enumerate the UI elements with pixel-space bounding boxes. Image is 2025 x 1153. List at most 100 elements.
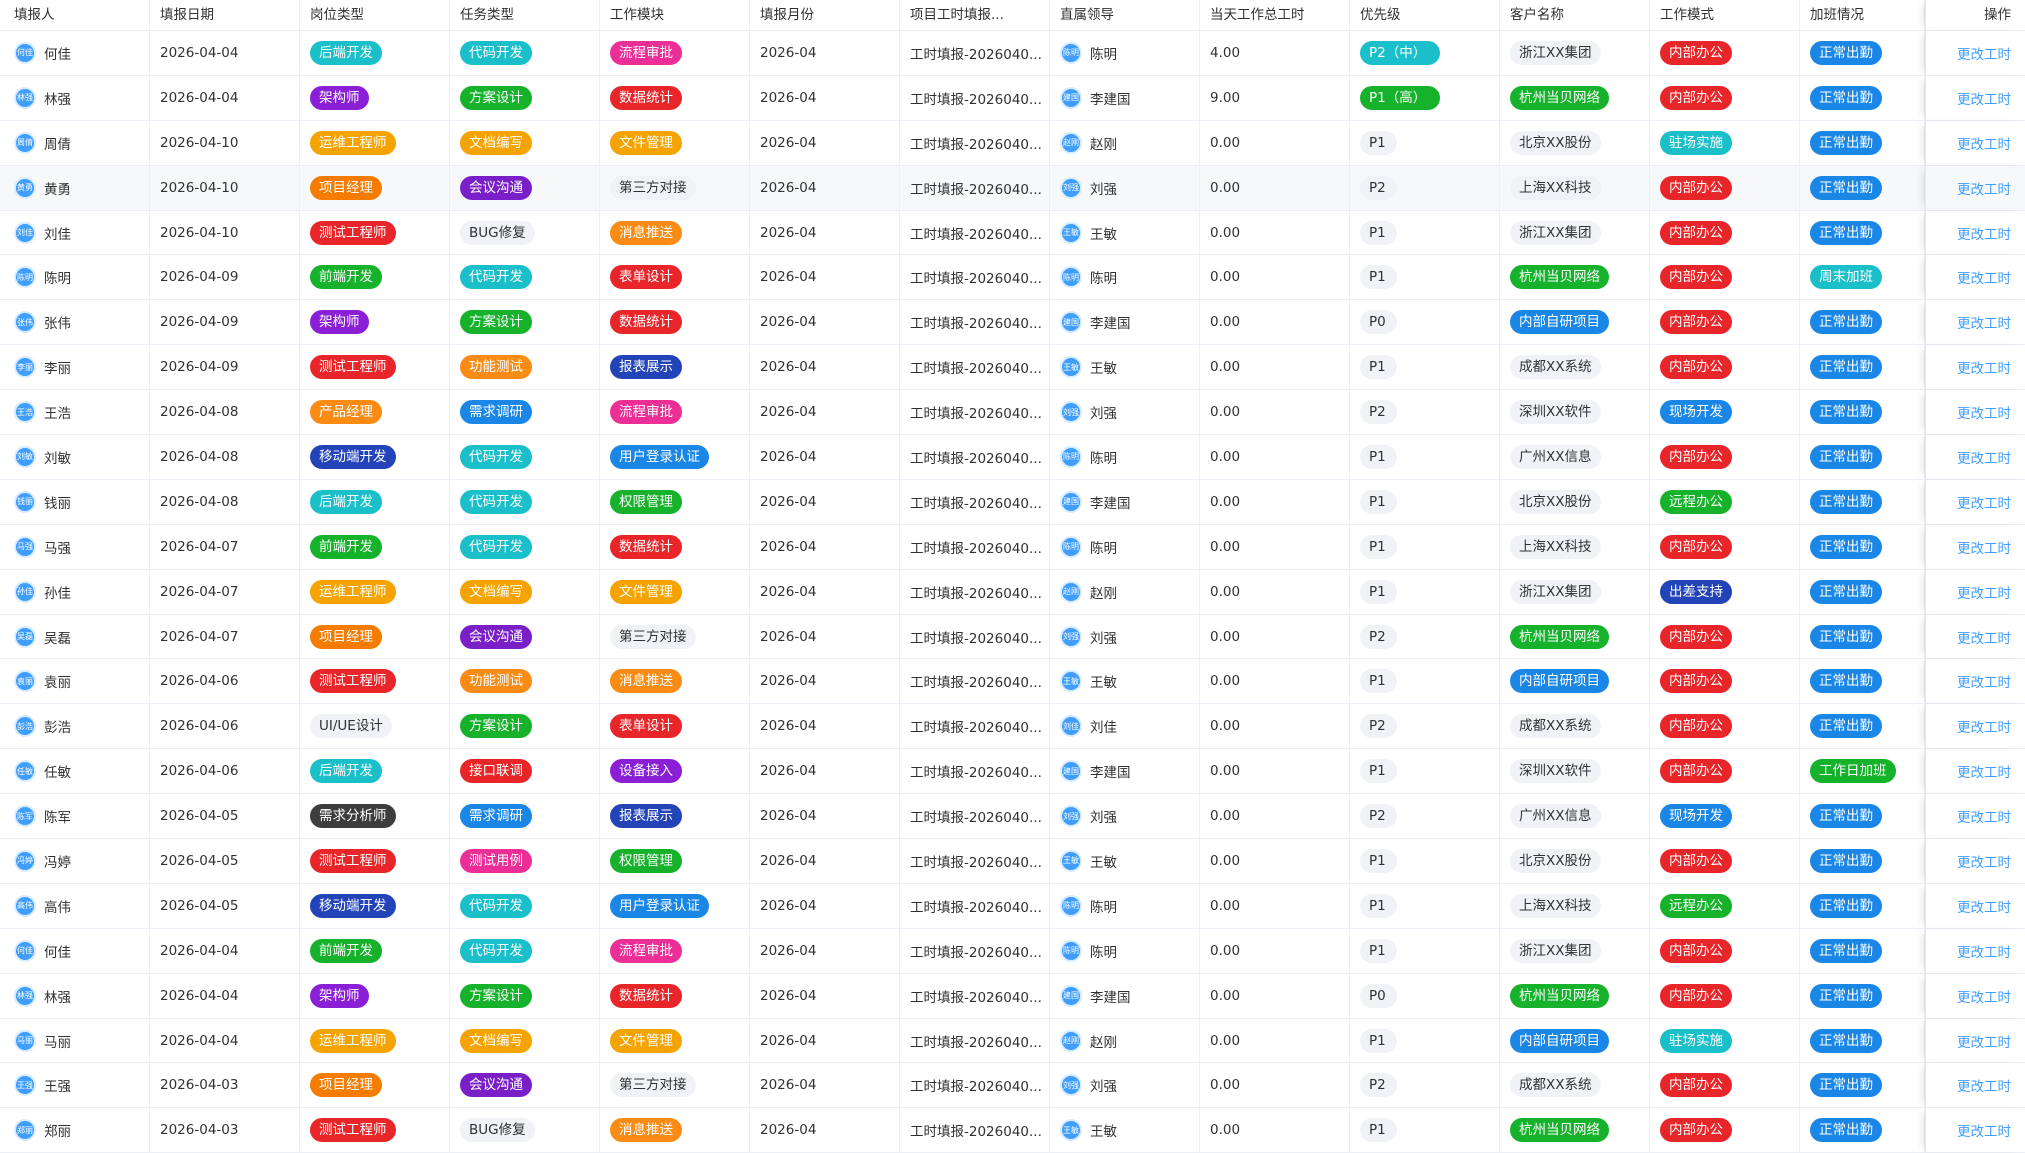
table-row[interactable]: 孙佳 孙佳 2026-04-07 运维工程师 文档编写 文件管理 2026-04 工时填报-2… [0,569,2025,615]
edit-hours-link[interactable]: 更改工时 [1957,447,2011,467]
edit-hours-link[interactable]: 更改工时 [1957,851,2011,871]
edit-hours-link[interactable]: 更改工时 [1957,223,2011,243]
cell-task: 代码开发 [450,479,600,524]
table-row[interactable]: 刘敏 刘敏 2026-04-08 移动端开发 代码开发 用户登录认证 2026-04 工时填报… [0,435,2025,480]
cell-priority: P1 [1350,839,1500,883]
lead-name: 王敏 [1090,854,1117,871]
header-col-task: 任务类型 [450,0,600,30]
cell-module: 报表展示 [600,794,750,839]
table-row[interactable]: 林强 林强 2026-04-04 架构师 方案设计 数据统计 2026-04 工时填报-202… [0,75,2025,121]
table-row[interactable]: 高伟 高伟 2026-04-05 移动端开发 代码开发 用户登录认证 2026-04 工时填报… [0,883,2025,929]
cell-date: 2026-04-10 [150,210,300,255]
task-tag: BUG修复 [460,1118,535,1143]
cell-overtime: 正常出勤 [1800,165,1925,210]
edit-hours-link[interactable]: 更改工时 [1957,88,2011,108]
cell-overtime: 正常出勤 [1800,345,1925,390]
table-row[interactable]: 任敏 任敏 2026-04-06 后端开发 接口联调 设备接入 2026-04 工时填报-20… [0,749,2025,795]
cell-task: 文档编写 [450,120,600,165]
module-tag: 文件管理 [610,1028,682,1053]
overtime-tag: 正常出勤 [1810,130,1882,155]
edit-hours-link[interactable]: 更改工时 [1957,43,2011,63]
report-date: 2026-04-10 [160,179,239,196]
table-row[interactable]: 郑丽 郑丽 2026-04-03 测试工程师 BUG修复 消息推送 2026-04 工时填报-… [0,1108,2025,1153]
table-row[interactable]: 何佳 何佳 2026-04-04 前端开发 代码开发 流程审批 2026-04 工时填报-20… [0,928,2025,974]
table-row[interactable]: 王浩 王浩 2026-04-08 产品经理 需求调研 流程审批 2026-04 工时填报-20… [0,390,2025,436]
reporter-avatar: 何佳 [14,939,36,962]
table-row[interactable]: 袁丽 袁丽 2026-04-06 测试工程师 功能测试 消息推送 2026-04 工时填报-2… [0,659,2025,705]
project-name: 工时填报-2026040... [910,944,1042,961]
edit-hours-link[interactable]: 更改工时 [1957,582,2011,602]
edit-hours-link[interactable]: 更改工时 [1957,492,2011,512]
cell-mode: 内部办公 [1650,435,1800,479]
role-tag: 前端开发 [310,265,382,290]
table-row[interactable]: 陈军 陈军 2026-04-05 需求分析师 需求调研 报表展示 2026-04 工时填报-2… [0,794,2025,840]
table-row[interactable]: 马丽 马丽 2026-04-04 运维工程师 文档编写 文件管理 2026-04 工时填报-2… [0,1018,2025,1064]
table-row[interactable]: 陈明 陈明 2026-04-09 前端开发 代码开发 表单设计 2026-04 工时填报-20… [0,255,2025,301]
edit-hours-link[interactable]: 更改工时 [1957,1075,2011,1095]
table-row[interactable]: 何佳 何佳 2026-04-04 后端开发 代码开发 流程审批 2026-04 工时填报-20… [0,31,2025,76]
table-row[interactable]: 周倩 周倩 2026-04-10 运维工程师 文档编写 文件管理 2026-04 工时填报-2… [0,120,2025,166]
cell-module: 文件管理 [600,1018,750,1063]
module-tag: 消息推送 [610,220,682,245]
edit-hours-link[interactable]: 更改工时 [1957,312,2011,332]
cell-action: 更改工时 [1925,435,2025,479]
edit-hours-link[interactable]: 更改工时 [1957,1031,2011,1051]
edit-hours-link[interactable]: 更改工时 [1957,357,2011,377]
cell-client: 上海XX科技 [1500,524,1650,569]
table-row[interactable]: 林强 林强 2026-04-04 架构师 方案设计 数据统计 2026-04 工时填报-202… [0,973,2025,1019]
cell-mode: 内部办公 [1650,255,1800,300]
edit-hours-link[interactable]: 更改工时 [1957,267,2011,287]
cell-task: 方案设计 [450,300,600,345]
edit-hours-link[interactable]: 更改工时 [1957,716,2011,736]
priority-badge: P2 [1360,804,1397,829]
edit-hours-link[interactable]: 更改工时 [1957,1120,2011,1140]
task-tag: 方案设计 [460,85,532,110]
edit-hours-link[interactable]: 更改工时 [1957,627,2011,647]
cell-task: 测试用例 [450,839,600,883]
reporter-avatar: 刘敏 [14,445,36,468]
edit-hours-link[interactable]: 更改工时 [1957,133,2011,153]
edit-hours-link[interactable]: 更改工时 [1957,761,2011,781]
table-row[interactable]: 黄勇 黄勇 2026-04-10 项目经理 会议沟通 第三方对接 2026-04 工时填报-2… [0,165,2025,211]
table-row[interactable]: 刘佳 刘佳 2026-04-10 测试工程师 BUG修复 消息推送 2026-04 工时填报-… [0,210,2025,256]
cell-client: 北京XX股份 [1500,839,1650,883]
edit-hours-link[interactable]: 更改工时 [1957,941,2011,961]
edit-hours-link[interactable]: 更改工时 [1957,178,2011,198]
cell-date: 2026-04-04 [150,75,300,120]
edit-hours-link[interactable]: 更改工时 [1957,986,2011,1006]
cell-project: 工时填报-2026040... [900,345,1050,390]
table-row[interactable]: 吴磊 吴磊 2026-04-07 项目经理 会议沟通 第三方对接 2026-04 工时填报-2… [0,614,2025,660]
edit-hours-link[interactable]: 更改工时 [1957,402,2011,422]
project-name: 工时填报-2026040... [910,989,1042,1006]
module-tag: 文件管理 [610,130,682,155]
table-row[interactable]: 马强 马强 2026-04-07 前端开发 代码开发 数据统计 2026-04 工时填报-20… [0,524,2025,570]
table-row[interactable]: 张伟 张伟 2026-04-09 架构师 方案设计 数据统计 2026-04 工时填报-202… [0,300,2025,346]
reporter-name: 刘敏 [44,450,71,467]
edit-hours-link[interactable]: 更改工时 [1957,806,2011,826]
cell-role: 测试工程师 [300,210,450,255]
work-mode-tag: 内部办公 [1660,1073,1732,1098]
edit-hours-link[interactable]: 更改工时 [1957,537,2011,557]
cell-project: 工时填报-2026040... [900,210,1050,255]
module-tag: 用户登录认证 [610,893,709,918]
table-row[interactable]: 钱丽 钱丽 2026-04-08 后端开发 代码开发 权限管理 2026-04 工时填报-20… [0,479,2025,525]
table-row[interactable]: 彭浩 彭浩 2026-04-06 UI/UE设计 方案设计 表单设计 2026-04 工时填报… [0,704,2025,750]
edit-hours-link[interactable]: 更改工时 [1957,671,2011,691]
lead-name: 陈明 [1090,271,1117,288]
cell-task: 会议沟通 [450,165,600,210]
table-row[interactable]: 王强 王强 2026-04-03 项目经理 会议沟通 第三方对接 2026-04 工时填报-2… [0,1063,2025,1109]
edit-hours-link[interactable]: 更改工时 [1957,896,2011,916]
cell-action: 更改工时 [1925,390,2025,435]
cell-role: UI/UE设计 [300,704,450,749]
reporter-name: 周倩 [44,136,71,153]
cell-project: 工时填报-2026040... [900,749,1050,794]
cell-task: 代码开发 [450,928,600,973]
cell-mode: 现场开发 [1650,390,1800,435]
cell-mode: 内部办公 [1650,345,1800,390]
cell-action: 更改工时 [1925,210,2025,255]
work-mode-tag: 内部办公 [1660,624,1732,649]
cell-module: 消息推送 [600,210,750,255]
work-mode-tag: 内部办公 [1660,40,1732,65]
table-row[interactable]: 李丽 李丽 2026-04-09 测试工程师 功能测试 报表展示 2026-04 工时填报-2… [0,345,2025,391]
table-row[interactable]: 冯婷 冯婷 2026-04-05 测试工程师 测试用例 权限管理 2026-04 工时填报-2… [0,839,2025,884]
